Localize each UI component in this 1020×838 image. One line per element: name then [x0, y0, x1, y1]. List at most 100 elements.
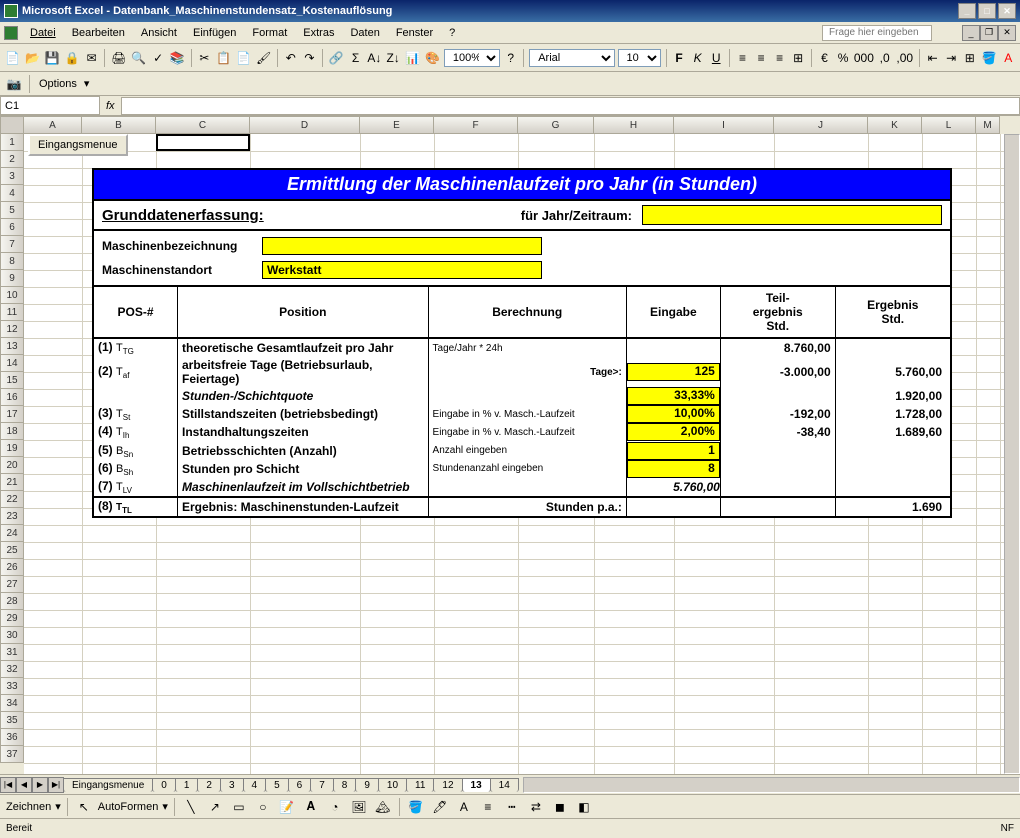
help-icon[interactable]: ?	[503, 48, 519, 68]
worksheet-tab-11[interactable]: 11	[406, 778, 434, 792]
worksheet-tab-9[interactable]: 9	[355, 778, 379, 792]
doc-restore-button[interactable]: ❐	[980, 25, 998, 41]
worksheet-tab-5[interactable]: 5	[265, 778, 289, 792]
worksheet-tab-12[interactable]: 12	[433, 778, 462, 792]
doc-minimize-button[interactable]: _	[962, 25, 980, 41]
row-header-28[interactable]: 28	[0, 593, 24, 610]
font-size-combo[interactable]: 10	[618, 49, 661, 67]
research-icon[interactable]: 📚	[169, 48, 186, 68]
row-header-33[interactable]: 33	[0, 678, 24, 695]
line-icon[interactable]: ╲	[181, 797, 201, 817]
shadow-icon[interactable]: ◼	[550, 797, 570, 817]
row-header-9[interactable]: 9	[0, 270, 24, 287]
row-header-4[interactable]: 4	[0, 185, 24, 202]
menu-einfuegen[interactable]: Einfügen	[185, 25, 244, 41]
menu-fenster[interactable]: Fenster	[388, 25, 441, 41]
tab-prev-button[interactable]: ◀	[16, 777, 32, 793]
font-color-icon[interactable]: A	[1001, 48, 1017, 68]
row-header-16[interactable]: 16	[0, 389, 24, 406]
ask-question-box[interactable]	[822, 25, 932, 41]
save-icon[interactable]: 💾	[44, 48, 61, 68]
col-header-B[interactable]: B	[82, 116, 156, 134]
menu-bearbeiten[interactable]: Bearbeiten	[64, 25, 133, 41]
arrow-icon[interactable]: ↗	[205, 797, 225, 817]
align-left-icon[interactable]: ≡	[735, 48, 751, 68]
worksheet-tab-3[interactable]: 3	[220, 778, 244, 792]
inc-decimal-icon[interactable]: ,0	[877, 48, 893, 68]
permission-icon[interactable]: 🔒	[64, 48, 81, 68]
worksheet-tab-8[interactable]: 8	[333, 778, 357, 792]
snagit-icon[interactable]: 📷	[4, 74, 24, 94]
arrow-style-icon[interactable]: ⇄	[526, 797, 546, 817]
masch-bez-input[interactable]	[262, 237, 542, 255]
tab-first-button[interactable]: |◀	[0, 777, 16, 793]
col-header-L[interactable]: L	[922, 116, 976, 134]
sort-asc-icon[interactable]: A↓	[366, 48, 382, 68]
col-header-F[interactable]: F	[434, 116, 518, 134]
row-header-20[interactable]: 20	[0, 457, 24, 474]
paste-icon[interactable]: 📄	[235, 48, 252, 68]
copy-icon[interactable]: 📋	[215, 48, 232, 68]
col-header-D[interactable]: D	[250, 116, 360, 134]
new-icon[interactable]: 📄	[4, 48, 21, 68]
row-header-37[interactable]: 37	[0, 746, 24, 763]
rectangle-icon[interactable]: ▭	[229, 797, 249, 817]
line-style-icon[interactable]: ≡	[478, 797, 498, 817]
dec-indent-icon[interactable]: ⇤	[925, 48, 941, 68]
worksheet-tab-4[interactable]: 4	[243, 778, 267, 792]
vertical-scrollbar[interactable]	[1004, 134, 1020, 774]
row-header-30[interactable]: 30	[0, 627, 24, 644]
col-header-I[interactable]: I	[674, 116, 774, 134]
autosum-icon[interactable]: Σ	[348, 48, 364, 68]
row-header-5[interactable]: 5	[0, 202, 24, 219]
col-header-J[interactable]: J	[774, 116, 868, 134]
row-header-36[interactable]: 36	[0, 729, 24, 746]
fx-button[interactable]: fx	[100, 100, 121, 112]
worksheet-tab-13[interactable]: 13	[462, 778, 491, 792]
align-right-icon[interactable]: ≡	[772, 48, 788, 68]
options-button[interactable]: Options	[35, 78, 81, 90]
jahr-input[interactable]	[642, 205, 942, 225]
3d-icon[interactable]: ◧	[574, 797, 594, 817]
select-all-corner[interactable]	[0, 116, 24, 134]
row-header-18[interactable]: 18	[0, 423, 24, 440]
oval-icon[interactable]: ○	[253, 797, 273, 817]
cells-area[interactable]: Eingangsmenue Ermittlung der Maschinenla…	[24, 134, 1020, 774]
row-header-14[interactable]: 14	[0, 355, 24, 372]
worksheet-tab-10[interactable]: 10	[378, 778, 407, 792]
worksheet-tab-Eingangsmenue[interactable]: Eingangsmenue	[63, 778, 153, 792]
row-header-17[interactable]: 17	[0, 406, 24, 423]
preview-icon[interactable]: 🔍	[130, 48, 147, 68]
worksheet-tab-14[interactable]: 14	[490, 778, 519, 792]
menu-help[interactable]: ?	[441, 25, 463, 41]
undo-icon[interactable]: ↶	[283, 48, 299, 68]
row-header-23[interactable]: 23	[0, 508, 24, 525]
italic-icon[interactable]: K	[690, 48, 706, 68]
merge-icon[interactable]: ⊞	[790, 48, 806, 68]
col-header-G[interactable]: G	[518, 116, 594, 134]
row-header-27[interactable]: 27	[0, 576, 24, 593]
percent-icon[interactable]: %	[835, 48, 851, 68]
col-header-K[interactable]: K	[868, 116, 922, 134]
thousands-icon[interactable]: 000	[854, 48, 874, 68]
row-header-2[interactable]: 2	[0, 151, 24, 168]
tab-last-button[interactable]: ▶|	[48, 777, 64, 793]
row-header-12[interactable]: 12	[0, 321, 24, 338]
select-objects-icon[interactable]: ↖	[74, 797, 94, 817]
row-header-6[interactable]: 6	[0, 219, 24, 236]
eingangsmenue-button[interactable]: Eingangsmenue	[28, 134, 128, 156]
zeichnen-button[interactable]: Zeichnen	[6, 801, 51, 813]
row-header-8[interactable]: 8	[0, 253, 24, 270]
autoformen-button[interactable]: AutoFormen	[98, 801, 159, 813]
sort-desc-icon[interactable]: Z↓	[385, 48, 401, 68]
open-icon[interactable]: 📂	[24, 48, 41, 68]
row-header-34[interactable]: 34	[0, 695, 24, 712]
row-header-19[interactable]: 19	[0, 440, 24, 457]
textbox-icon[interactable]: 📝	[277, 797, 297, 817]
row-header-25[interactable]: 25	[0, 542, 24, 559]
chart-icon[interactable]: 📊	[404, 48, 421, 68]
font-color2-icon[interactable]: A	[454, 797, 474, 817]
col-header-M[interactable]: M	[976, 116, 1000, 134]
fill-color-icon[interactable]: 🪣	[981, 48, 998, 68]
worksheet-tab-2[interactable]: 2	[197, 778, 221, 792]
